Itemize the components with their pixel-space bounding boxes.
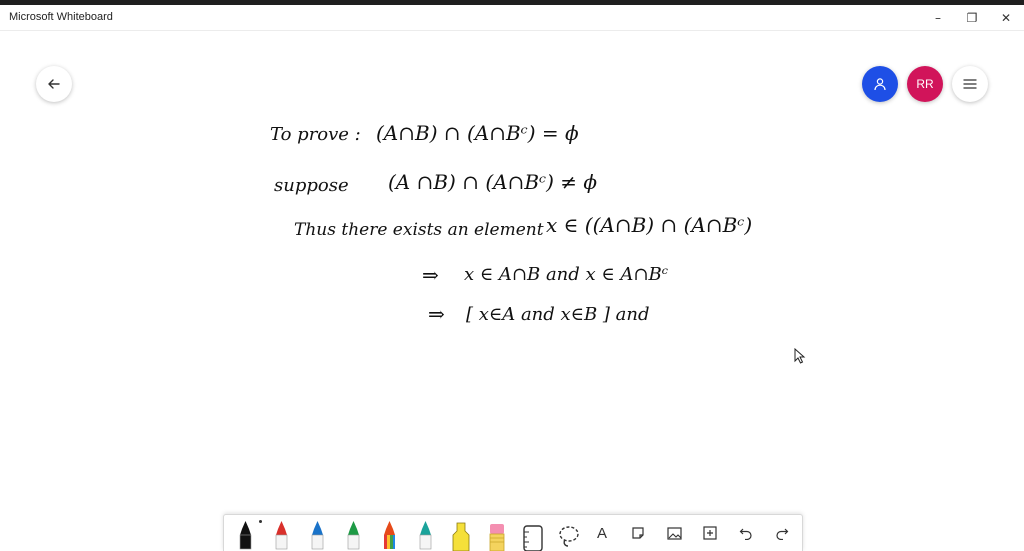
teal-pen-tool[interactable] [410,515,440,551]
ink-label: suppose [274,175,349,196]
whiteboard-canvas[interactable]: To prove : (A∩B) ∩ (A∩Bᶜ) = ϕ suppose (A… [0,0,1024,550]
black-pen-tool[interactable] [230,515,262,551]
active-tool-dot [259,520,262,523]
ink-line-4: ⇒ x ∈ A∩B and x ∈ A∩Bᶜ [422,263,668,287]
ink-math: [ x∈A and x∈B ] and [466,304,650,325]
blue-pen-tool[interactable] [302,515,332,551]
insert-icon [703,526,717,540]
undo-button[interactable] [734,523,758,543]
ink-line-2: suppose (A ∩B) ∩ (A∩Bᶜ) ≠ ϕ [274,170,597,196]
sticky-note-button[interactable] [626,523,650,543]
undo-icon [739,528,752,540]
redo-button[interactable] [770,523,794,543]
ink-label: ⇒ [422,263,439,287]
ink-label: ⇒ [428,302,445,326]
ink-toolbar: A [223,514,803,551]
eraser-tool[interactable] [482,515,512,551]
ink-math: x ∈ A∩B and x ∈ A∩Bᶜ [464,264,668,285]
rainbow-pen-tool[interactable] [374,515,404,551]
text-icon: A [596,524,607,542]
ink-math: (A ∩B) ∩ (A∩Bᶜ) ≠ ϕ [388,170,597,194]
ink-math: (A∩B) ∩ (A∩Bᶜ) = ϕ [376,121,579,145]
image-icon [666,526,682,540]
sticky-note-icon [632,527,644,539]
mouse-cursor-icon [794,348,806,364]
yellow-highlighter-tool[interactable] [446,515,476,551]
image-button[interactable] [662,523,686,543]
green-pen-tool[interactable] [338,515,368,551]
ruler-icon[interactable] [518,515,548,551]
ink-line-3: Thus there exists an element x ∈ ((A∩B) … [294,213,752,240]
insert-button[interactable] [698,523,722,543]
ink-line-1: To prove : (A∩B) ∩ (A∩Bᶜ) = ϕ [270,121,579,145]
lasso-icon[interactable] [554,515,584,551]
text-tool[interactable]: A [590,523,614,543]
redo-icon [776,528,789,540]
ink-label: Thus there exists an element [294,220,544,240]
ink-label: To prove : [270,124,361,145]
ink-math: x ∈ ((A∩B) ∩ (A∩Bᶜ) [546,213,752,237]
red-pen-tool[interactable] [266,515,296,551]
ink-line-5: ⇒ [ x∈A and x∈B ] and [428,302,650,326]
